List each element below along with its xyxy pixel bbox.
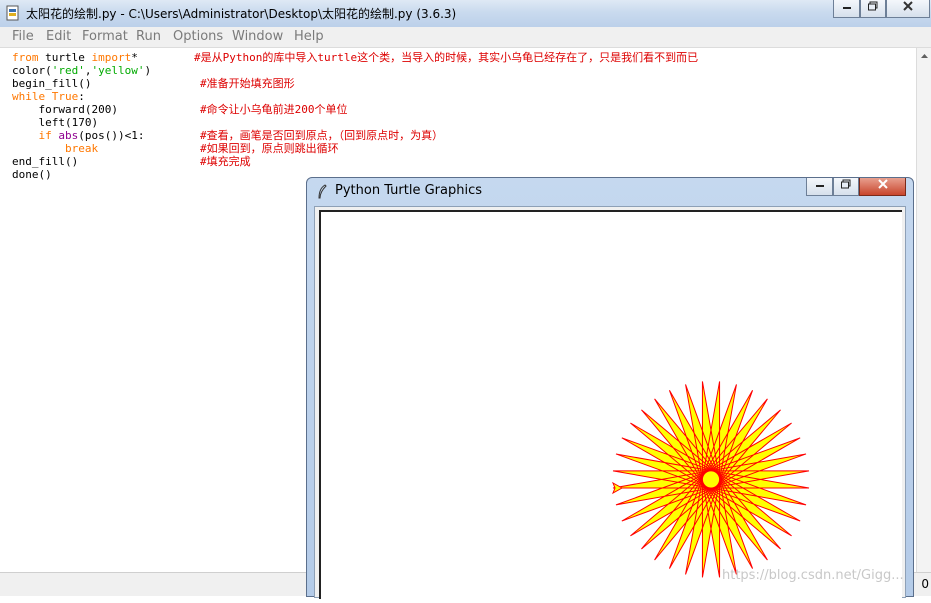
python-file-icon — [6, 5, 19, 21]
minimize-icon — [815, 185, 824, 187]
editor-scrollbar[interactable] — [916, 48, 931, 572]
code-line-1: from turtle import* — [12, 51, 138, 64]
minimize-button[interactable] — [833, 0, 860, 18]
turtle-canvas — [319, 210, 902, 599]
menu-help[interactable]: Help — [294, 29, 324, 44]
sunflower-star — [612, 381, 810, 578]
minimize-icon — [842, 7, 851, 9]
turtle-minimize-button[interactable] — [806, 178, 833, 196]
code-line-4: while True: — [12, 90, 85, 103]
turtle-window-title: Python Turtle Graphics — [335, 183, 482, 198]
code-comment-3: #准备开始填充图形 — [200, 77, 295, 90]
status-column: 0 — [921, 577, 929, 591]
editor-window-title: 太阳花的绘制.py - C:\Users\Administrator\Deskt… — [26, 7, 457, 21]
turtle-maximize-button[interactable] — [833, 178, 859, 196]
menu-file[interactable]: File — [12, 29, 34, 44]
code-line-7: if abs(pos())<1: — [12, 129, 145, 142]
code-line-3: begin_fill() — [12, 77, 92, 90]
turtle-window[interactable]: Python Turtle Graphics — [306, 177, 914, 599]
close-icon — [903, 1, 913, 11]
turtle-canvas-frame — [314, 206, 906, 599]
menu-window[interactable]: Window — [232, 29, 283, 44]
code-line-2: color('red','yellow') — [12, 64, 152, 77]
menu-options[interactable]: Options — [173, 29, 223, 44]
code-comment-7: #查看，画笔是否回到原点，（回到原点时，为真） — [200, 129, 444, 142]
restore-icon — [868, 1, 878, 11]
code-line-10: done() — [12, 168, 52, 181]
code-comment-5: #命令让小乌龟前进200个单位 — [200, 103, 348, 116]
menu-run[interactable]: Run — [136, 29, 161, 44]
restore-icon — [841, 179, 851, 189]
menu-edit[interactable]: Edit — [46, 29, 71, 44]
turtle-close-button[interactable] — [859, 178, 906, 196]
code-line-5: forward(200) — [12, 103, 118, 116]
code-comment-8: #如果回到，原点则跳出循环 — [200, 142, 339, 155]
code-comment-1: #是从Python的库中导入turtle这个类，当导入的时候，其实小乌龟已经存在… — [194, 51, 699, 64]
code-comment-9: #填充完成 — [200, 155, 251, 168]
editor-title-bar[interactable]: 太阳花的绘制.py - C:\Users\Administrator\Deskt… — [0, 0, 931, 27]
scroll-up-arrow-icon[interactable] — [917, 48, 931, 64]
close-button[interactable] — [886, 0, 930, 18]
feather-icon — [318, 184, 327, 199]
menu-format[interactable]: Format — [82, 29, 128, 44]
sunflower-drawing — [612, 381, 810, 578]
code-line-9: end_fill() — [12, 155, 79, 168]
code-line-6: left(170) — [12, 116, 99, 129]
maximize-button[interactable] — [860, 0, 886, 18]
menu-bar: File Edit Format Run Options Window Help — [0, 27, 931, 48]
close-icon — [877, 179, 888, 189]
watermark: https://blog.csdn.net/Gigg... — [722, 568, 904, 583]
code-line-8: break — [12, 142, 99, 155]
